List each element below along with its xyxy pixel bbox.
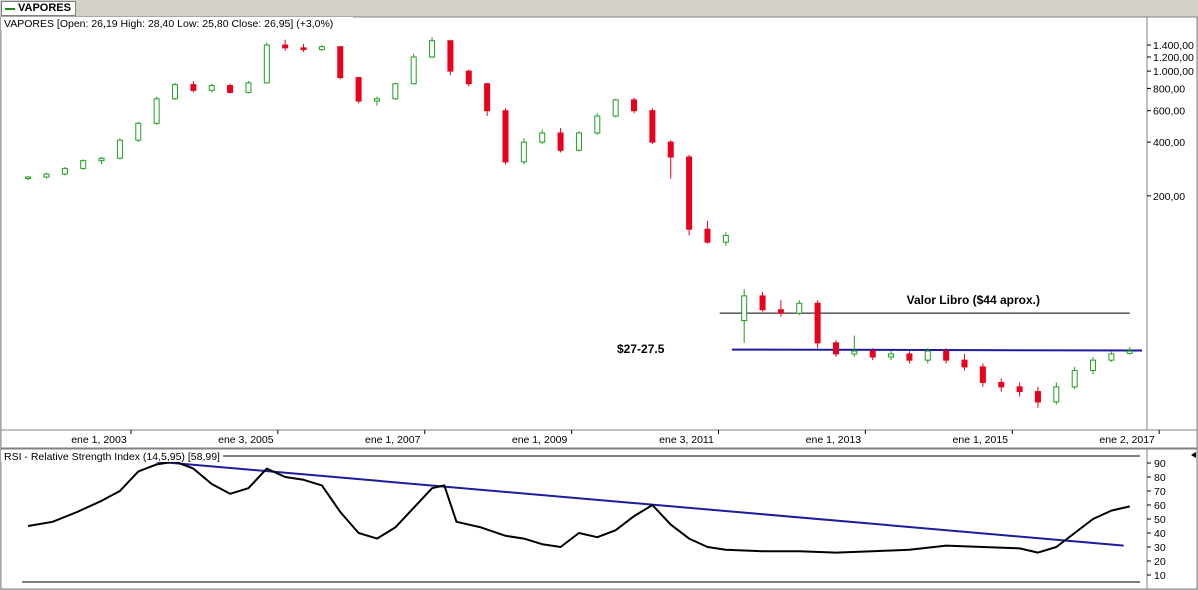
annotation-support: $27-27.5 [617,342,665,356]
candle-body [1034,391,1041,403]
candle-body [61,167,68,175]
time-tick-label: ene 3, 2005 [218,434,274,446]
candle-body [135,122,142,141]
candle-body [1071,370,1078,388]
candle-body [741,295,748,322]
price-tick-label: 400,00 [1153,137,1185,149]
candle-body [612,99,619,117]
candle-body [704,228,711,243]
annotation-book-value: Valor Libro ($44 aprox.) [907,293,1040,307]
candle-body [447,40,454,72]
candle-body [998,381,1005,388]
candle-body [520,141,527,163]
candle-body [1126,350,1133,354]
candle-body [924,350,931,361]
candle-body [392,83,399,100]
candle-body [851,350,858,355]
rsi-legend: RSI - Relative Strength Index (14,5,95) … [4,451,220,463]
candle-body [1108,353,1115,361]
candle-body [172,84,179,100]
candle-body [153,98,160,124]
rsi-tick-label: 50 [1154,514,1166,526]
candle-body [227,85,234,93]
candle-body [631,99,638,112]
candle-body [1053,386,1060,403]
symbol-toolbar: VAPORES [0,0,1198,16]
candle-body [502,110,509,163]
candle-body [318,46,325,51]
candle-body [25,176,32,180]
rsi-tick-label: 30 [1154,542,1166,554]
time-tick-label: ene 1, 2009 [512,434,568,446]
candle-body [484,83,491,112]
symbol-tab-label: VAPORES [18,2,71,14]
candle-body [814,302,821,344]
price-tick-label: 600,00 [1153,106,1185,118]
candle-body [208,85,215,91]
candle-body [1016,386,1023,393]
candle-body [410,56,417,85]
candle-body [649,110,656,143]
candle-body [979,366,986,383]
candle-body [906,353,913,361]
rsi-tick-label: 20 [1154,556,1166,568]
candle-body [263,44,270,84]
candle-body [722,234,729,243]
candle-body [869,350,876,358]
time-tick-label: ene 1, 2013 [806,434,862,446]
candle-body [796,302,803,314]
series-line-icon [5,7,15,10]
candle-body [373,98,380,102]
candle-body [777,309,784,314]
rsi-tick-label: 70 [1154,486,1166,498]
candle-body [594,115,601,134]
candle-body [190,84,197,91]
symbol-tab[interactable]: VAPORES [1,1,76,16]
candle-body [80,160,87,169]
candle-body [429,40,436,58]
candle-body [465,70,472,85]
rsi-tick-label: 60 [1154,500,1166,512]
support-line [731,348,1143,352]
price-tick-label: 1.200,00 [1153,52,1194,64]
candle-body [355,77,362,102]
candle-body [43,173,50,178]
candle-body [539,132,546,143]
chart-canvas: 1.400,001.200,00 1.000,00 800,00 600,00 400,… [0,16,1198,590]
time-tick-label: ene 1, 2003 [71,434,127,446]
rsi-tick-label: 80 [1154,472,1166,484]
time-axis [0,429,1198,449]
rsi-panel[interactable] [0,448,1148,590]
time-tick-label: ene 3, 2011 [659,434,714,446]
time-tick-label: ene 1, 2007 [365,434,421,446]
price-tick-label: 800,00 [1153,83,1185,95]
candle-body [888,353,895,358]
candle-body [961,359,968,368]
price-legend: VAPORES [Open: 26,19 High: 28,40 Low: 25… [4,18,333,30]
price-panel[interactable] [0,16,1148,431]
price-axis-panel[interactable] [1146,16,1198,431]
rsi-tick-label: 40 [1154,528,1166,540]
candle-body [98,157,105,162]
rsi-tick-label: 10 [1154,570,1166,582]
candle-body [300,47,307,51]
price-tick-label: 1.400,00 [1153,40,1194,52]
candle-body [1090,359,1097,372]
candle-body [245,82,252,93]
candle-body [667,141,674,158]
rsi-tick-label: 90 [1154,458,1166,470]
candle-body [557,132,564,151]
candle-body [832,342,839,355]
price-tick-label: 1.000,00 [1153,66,1194,78]
candle-body [943,350,950,361]
time-tick-label: ene 2, 2017 [1099,434,1155,446]
candle-body [116,139,123,159]
candle-body [575,132,582,151]
candle-body [282,44,289,49]
candle-body [759,295,766,311]
candle-body [337,46,344,79]
candle-body [686,156,693,230]
price-tick-label: 200,00 [1153,191,1185,203]
time-tick-label: ene 1, 2015 [953,434,1009,446]
